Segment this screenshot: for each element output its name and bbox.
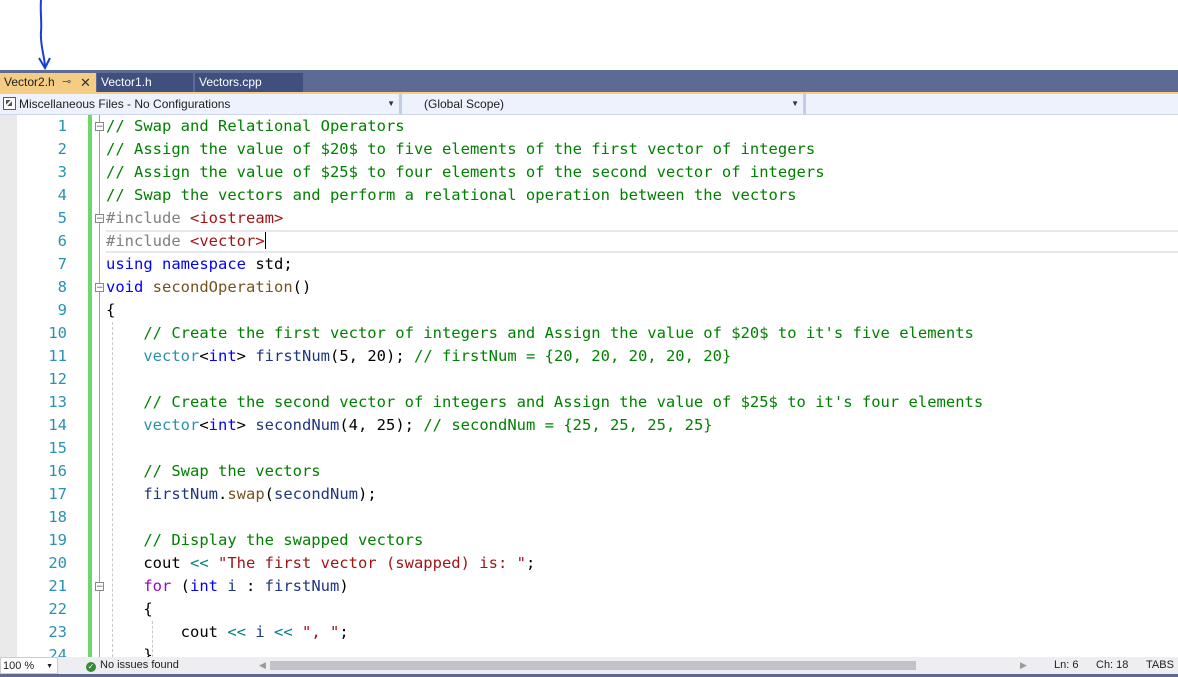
line-number: 16 xyxy=(48,462,67,480)
code-line: cout << "The first vector (swapped) is: … xyxy=(143,554,536,572)
collapse-icon[interactable]: − xyxy=(95,214,104,224)
line-number: 1 xyxy=(57,117,67,135)
code-line: // Create the second vector of integers … xyxy=(143,393,984,411)
code-line: vector<int> secondNum(4, 25); // secondN… xyxy=(143,416,713,434)
code-lines: // Swap and Relational Operators // Assi… xyxy=(106,115,1178,657)
line-number: 21 xyxy=(48,577,67,595)
outlining-margin xyxy=(99,115,100,657)
code-line: { xyxy=(106,301,116,319)
code-line: cout << i << ", "; xyxy=(180,623,349,641)
code-line: // Swap the vectors xyxy=(143,462,321,480)
code-line: vector<int> firstNum(5, 20); // firstNum… xyxy=(143,347,732,365)
collapse-icon[interactable]: − xyxy=(95,283,104,293)
close-icon[interactable]: ✕ xyxy=(80,73,91,92)
line-number: 9 xyxy=(57,301,67,319)
code-line: // Display the swapped vectors xyxy=(143,531,424,549)
tab-vectors-cpp[interactable]: Vectors.cpp xyxy=(195,73,303,92)
line-number: 7 xyxy=(57,255,67,273)
check-circle-icon: ✓ xyxy=(86,662,96,672)
collapse-icon[interactable]: − xyxy=(95,582,104,592)
line-number: 19 xyxy=(48,531,67,549)
text-caret xyxy=(264,232,266,249)
zoom-dropdown[interactable]: 100 % ▼ xyxy=(0,657,58,674)
line-number: 17 xyxy=(48,485,67,503)
project-icon xyxy=(3,97,16,110)
line-number: 20 xyxy=(48,554,67,572)
tab-label: Vector2.h xyxy=(4,75,55,89)
scope-label: (Global Scope) xyxy=(424,97,505,111)
tab-vector1-h[interactable]: Vector1.h xyxy=(97,73,193,92)
line-number: 2 xyxy=(57,140,67,158)
chevron-down-icon: ▼ xyxy=(46,663,53,670)
member-dropdown[interactable] xyxy=(806,94,1178,114)
code-line: // Swap and Relational Operators xyxy=(106,117,405,135)
tab-vector2-h[interactable]: Vector2.h ⊸ ✕ xyxy=(0,73,96,92)
document-tab-strip: Vector2.h ⊸ ✕ Vector1.h Vectors.cpp xyxy=(0,70,1178,94)
line-number: 11 xyxy=(48,347,67,365)
navigation-bar: Miscellaneous Files - No Configurations … xyxy=(0,94,1178,115)
indicator-margin xyxy=(0,115,17,657)
tab-label: Vectors.cpp xyxy=(199,75,262,89)
scroll-left-icon[interactable]: ◀ xyxy=(259,660,266,671)
code-line: using namespace std; xyxy=(106,255,293,273)
code-editor[interactable]: 1 2 3 4 5 6 7 8 9 10 11 12 13 14 15 16 1… xyxy=(0,115,1178,657)
line-number: 15 xyxy=(48,439,67,457)
line-number: 5 xyxy=(57,209,67,227)
tab-label: Vector1.h xyxy=(101,75,152,89)
issues-indicator[interactable]: ✓ No issues found xyxy=(86,657,179,674)
indent-mode-indicator[interactable]: TABS xyxy=(1146,657,1174,674)
line-number: 24 xyxy=(48,646,67,657)
line-number: 8 xyxy=(57,278,67,296)
chevron-down-icon: ▼ xyxy=(387,99,395,108)
current-code-line: #include <vector> xyxy=(106,230,1178,253)
line-number-gutter: 1 2 3 4 5 6 7 8 9 10 11 12 13 14 15 16 1… xyxy=(17,115,67,657)
code-line: // Assign the value of $20$ to five elem… xyxy=(106,140,816,158)
code-line: // Swap the vectors and perform a relati… xyxy=(106,186,797,204)
editor-status-bar: 100 % ▼ ✓ No issues found ◀ ▶ Ln: 6 Ch: 1… xyxy=(0,657,1178,674)
line-number: 4 xyxy=(57,186,67,204)
line-number: 6 xyxy=(57,232,67,250)
horizontal-scrollbar-thumb[interactable] xyxy=(270,661,916,670)
line-number: 18 xyxy=(48,508,67,526)
zoom-level: 100 % xyxy=(3,660,35,672)
line-number: 22 xyxy=(48,600,67,618)
code-line: } xyxy=(143,646,153,657)
annotation-arrow-icon xyxy=(38,0,51,71)
collapse-icon[interactable]: − xyxy=(95,122,104,132)
chevron-down-icon: ▼ xyxy=(791,99,799,108)
code-line: for (int i : firstNum) xyxy=(143,577,349,595)
scroll-right-icon[interactable]: ▶ xyxy=(1020,660,1027,671)
line-indicator[interactable]: Ln: 6 xyxy=(1054,657,1078,674)
line-number: 3 xyxy=(57,163,67,181)
code-line: // Assign the value of $25$ to four elem… xyxy=(106,163,825,181)
code-line: { xyxy=(143,600,153,618)
pin-icon[interactable]: ⊸ xyxy=(62,73,71,92)
char-indicator[interactable]: Ch: 18 xyxy=(1096,657,1128,674)
line-number: 13 xyxy=(48,393,67,411)
code-line: void secondOperation() xyxy=(106,278,312,296)
line-number: 12 xyxy=(48,370,67,388)
line-number: 14 xyxy=(48,416,67,434)
code-line: firstNum.swap(secondNum); xyxy=(143,485,377,503)
code-line: #include <iostream> xyxy=(106,209,284,227)
scope-dropdown[interactable]: (Global Scope) ▼ xyxy=(402,94,806,114)
project-label: Miscellaneous Files - No Configurations xyxy=(19,97,231,111)
line-number: 23 xyxy=(48,623,67,641)
change-tracking-bar xyxy=(88,115,92,657)
line-number: 10 xyxy=(48,324,67,342)
issues-label: No issues found xyxy=(100,659,179,671)
project-dropdown[interactable]: Miscellaneous Files - No Configurations … xyxy=(0,94,402,114)
code-line: // Create the first vector of integers a… xyxy=(143,324,974,342)
